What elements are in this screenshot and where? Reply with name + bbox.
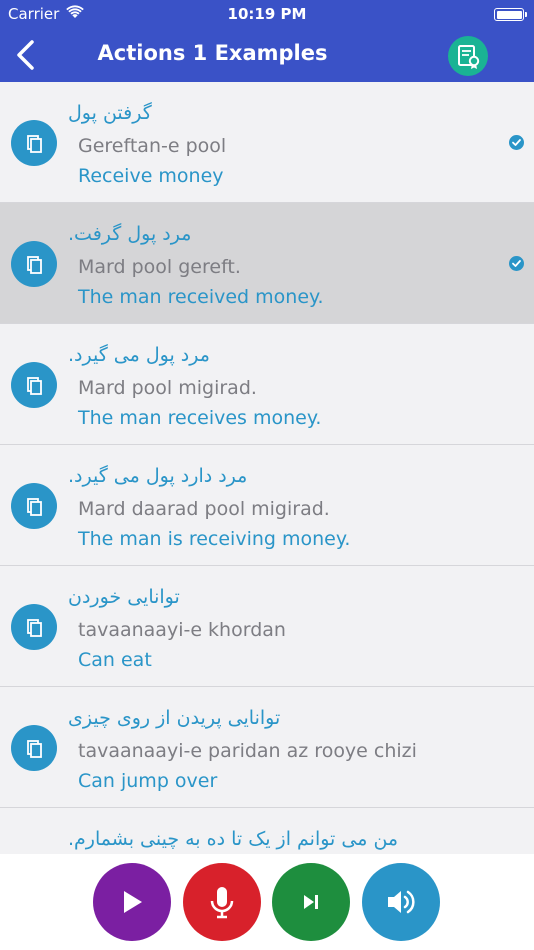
copy-button[interactable] — [11, 362, 57, 408]
persian-text: توانایی خوردن — [68, 586, 180, 608]
certificate-button[interactable] — [448, 36, 488, 76]
battery-icon — [494, 8, 524, 21]
list-item[interactable]: مرد دارد پول می گیرد. Mard daarad pool m… — [0, 445, 534, 566]
check-icon — [509, 256, 524, 271]
list-item[interactable]: من می توانم از یک تا ده به چینی بشمارم. — [0, 808, 534, 854]
persian-text: مرد پول گرفت. — [68, 223, 192, 245]
speaker-button[interactable] — [362, 863, 440, 941]
transliteration-text: Mard pool migirad. — [78, 377, 257, 399]
playback-controls — [0, 854, 534, 950]
check-icon — [509, 135, 524, 150]
speaker-icon — [388, 890, 415, 914]
copy-icon — [27, 135, 42, 153]
status-time: 10:19 PM — [227, 5, 307, 23]
list-item[interactable]: توانایی خوردن tavaanaayi-e khordan Can e… — [0, 566, 534, 687]
list-item[interactable]: مرد پول می گیرد. Mard pool migirad. The … — [0, 324, 534, 445]
battery-tip — [525, 12, 527, 17]
list-item[interactable]: مرد پول گرفت. Mard pool gereft. The man … — [0, 203, 534, 324]
persian-text: مرد پول می گیرد. — [68, 344, 210, 366]
phrase-list[interactable]: گرفتن پول Gereftan-e pool Receive money … — [0, 82, 534, 854]
copy-button[interactable] — [11, 120, 57, 166]
transliteration-text: Gereftan-e pool — [78, 135, 227, 157]
copy-icon — [27, 619, 42, 637]
english-text: Receive money — [78, 165, 224, 187]
english-text: The man is receiving money. — [78, 528, 351, 550]
english-text: Can eat — [78, 649, 152, 671]
microphone-button[interactable] — [183, 863, 261, 941]
next-button[interactable] — [272, 863, 350, 941]
persian-text: توانایی پریدن از روی چیزی — [68, 707, 281, 729]
copy-icon — [27, 740, 42, 758]
copy-button[interactable] — [11, 725, 57, 771]
copy-icon — [27, 498, 42, 516]
copy-icon — [27, 377, 42, 395]
english-text: The man received money. — [78, 286, 324, 308]
copy-icon — [27, 256, 42, 274]
transliteration-text: tavaanaayi-e paridan az rooye chizi — [78, 740, 417, 762]
english-text: Can jump over — [78, 770, 218, 792]
transliteration-text: Mard pool gereft. — [78, 256, 241, 278]
nav-bar: Actions 1 Examples — [0, 28, 534, 82]
skip-next-icon — [304, 895, 318, 909]
persian-text: گرفتن پول — [68, 102, 152, 124]
certificate-icon — [458, 45, 480, 69]
status-bar: Carrier 10:19 PM — [0, 0, 534, 28]
english-text: The man receives money. — [78, 407, 322, 429]
persian-text: من می توانم از یک تا ده به چینی بشمارم. — [68, 828, 399, 850]
list-item[interactable]: توانایی پریدن از روی چیزی tavaanaayi-e p… — [0, 687, 534, 808]
transliteration-text: Mard daarad pool migirad. — [78, 498, 330, 520]
play-button[interactable] — [93, 863, 171, 941]
persian-text: مرد دارد پول می گیرد. — [68, 465, 248, 487]
copy-button[interactable] — [11, 483, 57, 529]
transliteration-text: tavaanaayi-e khordan — [78, 619, 286, 641]
copy-button[interactable] — [11, 604, 57, 650]
copy-button[interactable] — [11, 241, 57, 287]
microphone-icon — [210, 887, 234, 919]
page-title: Actions 1 Examples — [97, 41, 328, 65]
list-item[interactable]: گرفتن پول Gereftan-e pool Receive money — [0, 82, 534, 203]
play-icon — [124, 891, 142, 913]
